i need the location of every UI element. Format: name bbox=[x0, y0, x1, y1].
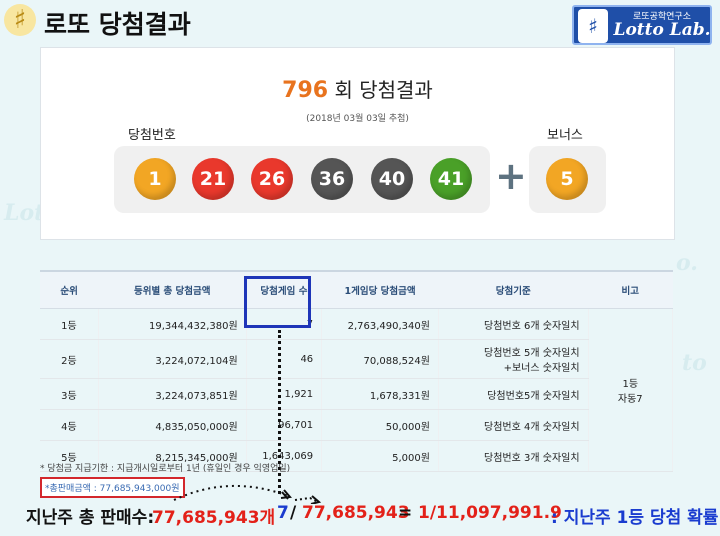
table-row: 2등 3,224,072,104원 46 70,088,524원 당첨번호 5개… bbox=[40, 339, 673, 379]
games-cell: 1,921 bbox=[246, 378, 323, 410]
equals-symbol: = bbox=[398, 503, 413, 523]
table-row: 4등 4,835,050,000원 96,701 50,000원 당첨번호 4개… bbox=[40, 409, 673, 441]
per-game-cell: 5,000원 bbox=[321, 440, 439, 472]
games-cell: 46 bbox=[246, 339, 323, 379]
rank-cell: 2등 bbox=[40, 339, 99, 379]
criteria-cell: 당첨번호 3개 숫자일치 bbox=[438, 440, 589, 472]
criteria-cell: 당첨번호 6개 숫자일치 bbox=[438, 308, 589, 340]
total-cell: 3,224,072,104원 bbox=[98, 339, 247, 379]
draw-suffix: 회 당첨결과 bbox=[334, 78, 433, 102]
probability-caption: : 지난주 1등 당첨 확률 bbox=[551, 508, 719, 528]
total-cell: 4,835,050,000원 bbox=[98, 409, 247, 441]
watermark: to bbox=[682, 350, 707, 376]
ball-4: 36 bbox=[311, 158, 353, 200]
column-header: 등위별 총 당첨금액 bbox=[98, 270, 247, 309]
slash-symbol: / bbox=[290, 503, 297, 523]
result-card: 796 회 당첨결과 (2018년 03월 03일 추첨) 당첨번호 보너스 1… bbox=[40, 47, 675, 240]
remark-cell: 1등 자동7 bbox=[588, 308, 674, 472]
criteria-line: +보너스 숫자일치 bbox=[503, 363, 580, 374]
watermark: o. bbox=[676, 250, 698, 276]
games-cell: 96,701 bbox=[246, 409, 323, 441]
ball-2: 21 bbox=[192, 158, 234, 200]
criteria-cell: 당첨번호5개 숫자일치 bbox=[438, 378, 589, 410]
criteria-cell: 당첨번호 4개 숫자일치 bbox=[438, 409, 589, 441]
sales-count: 77,685,943개 bbox=[152, 508, 276, 528]
per-game-cell: 2,763,490,340원 bbox=[321, 308, 439, 340]
ball-1: 1 bbox=[134, 158, 176, 200]
column-header: 비고 bbox=[588, 270, 673, 309]
rank-cell: 4등 bbox=[40, 409, 99, 441]
ball-5: 40 bbox=[371, 158, 413, 200]
games-highlight-box bbox=[244, 276, 311, 328]
draw-title: 796 회 당첨결과 bbox=[41, 74, 674, 103]
per-game-cell: 1,678,331원 bbox=[321, 378, 439, 410]
bonus-box: 5 bbox=[529, 146, 606, 213]
bonus-ball: 5 bbox=[546, 158, 588, 200]
logo-name: Lotto Lab. bbox=[613, 20, 711, 40]
lotto-lab-logo: ♯ 로또공학연구소 Lotto Lab. bbox=[572, 5, 712, 45]
sales-label: 지난주 총 판매수: bbox=[26, 508, 155, 528]
winning-numbers-label: 당첨번호 bbox=[128, 128, 176, 143]
plus-icon: + bbox=[495, 154, 527, 198]
rank-cell: 1등 bbox=[40, 308, 99, 340]
criteria-line: 당첨번호 5개 숫자일치 bbox=[484, 348, 580, 359]
total-cell: 3,224,073,851원 bbox=[98, 378, 247, 410]
flask-icon: ♯ bbox=[578, 9, 608, 43]
draw-date: (2018년 03월 03일 추첨) bbox=[306, 114, 409, 124]
page-title: 로또 당첨결과 bbox=[44, 10, 191, 39]
table-header-row: 순위 등위별 총 당첨금액 당첨게임 수 1게임당 당첨금액 당첨기준 비고 bbox=[40, 270, 673, 309]
remark-auto: 자동7 bbox=[617, 394, 643, 405]
draw-number: 796 bbox=[282, 78, 329, 103]
hashtag-icon: ♯ bbox=[4, 4, 36, 36]
bonus-label: 보너스 bbox=[547, 128, 583, 143]
winning-numbers-box: 1 21 26 36 40 41 bbox=[114, 146, 490, 213]
ball-6: 41 bbox=[430, 158, 472, 200]
table-row: 1등 19,344,432,380원 7 2,763,490,340원 당첨번호… bbox=[40, 308, 674, 472]
sales-denominator: 77,685,943 bbox=[302, 503, 410, 523]
per-game-cell: 70,088,524원 bbox=[321, 339, 439, 379]
table-row: 3등 3,224,073,851원 1,921 1,678,331원 당첨번호5… bbox=[40, 378, 673, 410]
column-header: 당첨기준 bbox=[438, 270, 589, 309]
total-cell: 19,344,432,380원 bbox=[98, 308, 247, 340]
rank-cell: 3등 bbox=[40, 378, 99, 410]
payment-deadline-note: * 당첨금 지급기한 : 지급개시일로부터 1년 (휴일인 경우 익영업일) bbox=[40, 464, 291, 474]
column-header: 순위 bbox=[40, 270, 99, 309]
winner-count: 7 bbox=[277, 503, 289, 523]
probability-summary: 지난주 총 판매수: 77,685,943개 7 / 77,685,943 = … bbox=[0, 494, 720, 536]
remark-rank: 1등 bbox=[622, 379, 639, 390]
prize-table: 순위 등위별 총 당첨금액 당첨게임 수 1게임당 당첨금액 당첨기준 비고 1… bbox=[40, 270, 674, 472]
per-game-cell: 50,000원 bbox=[321, 409, 439, 441]
criteria-cell: 당첨번호 5개 숫자일치 +보너스 숫자일치 bbox=[438, 339, 589, 379]
column-header: 1게임당 당첨금액 bbox=[321, 270, 439, 309]
probability-value: 1/11,097,991.9 bbox=[418, 503, 562, 523]
ball-3: 26 bbox=[251, 158, 293, 200]
